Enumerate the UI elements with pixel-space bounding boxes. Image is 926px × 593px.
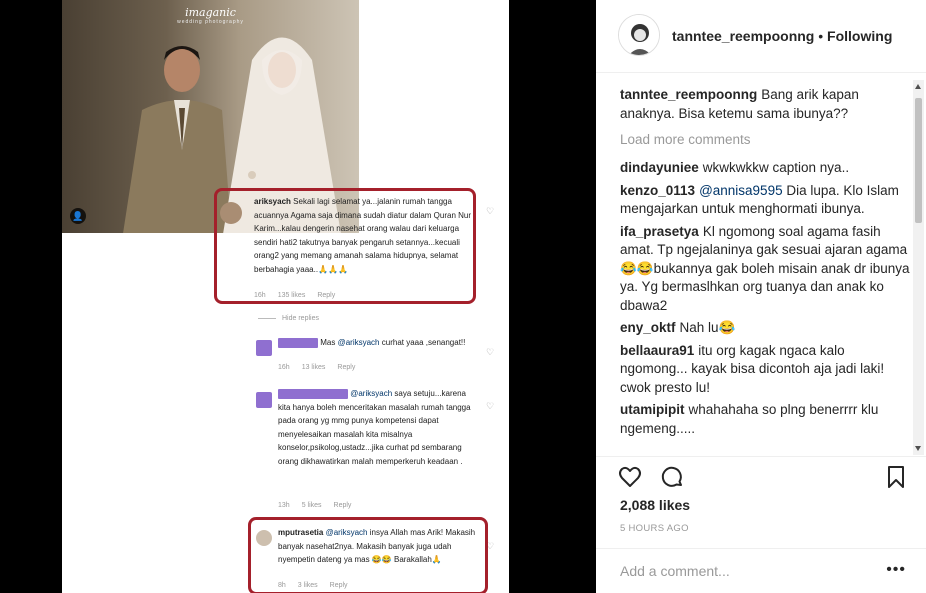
list-item: utamipipit whahahaha so plng benerrrr klu…: [620, 401, 910, 438]
image-comment-3: @ariksyach saya setuju...karena kita han…: [278, 388, 471, 466]
comment-mention[interactable]: @annisa9595: [699, 183, 783, 198]
comment-user[interactable]: kenzo_0113: [620, 183, 695, 198]
post-header: tanntee_reempoonng • Following: [596, 0, 926, 73]
avatar: [256, 340, 272, 356]
list-item: dindayuniee wkwkwkkw caption nya..: [620, 159, 910, 178]
highlight-box: [248, 517, 488, 593]
redacted-username: [278, 337, 318, 348]
list-item: bellaaura91 itu org kagak ngaca kalo ngom…: [620, 342, 910, 398]
image-comment-2: Mas @ariksyach curhat yaaa ,senangat!!: [278, 336, 468, 350]
post-media: imaganic wedding photography 👤 ariksyach…: [0, 0, 596, 593]
bookmark-icon[interactable]: [884, 465, 908, 489]
list-item: eny_oktf Nah lu😂: [620, 319, 910, 338]
comments-panel: tanntee_reempoonng • Following tanntee_r…: [596, 0, 926, 593]
scroll-down-icon[interactable]: [915, 446, 921, 451]
hide-replies: Hide replies: [258, 315, 319, 322]
list-item: tanntee_reempoonng Bang arik kapan anakny…: [620, 86, 910, 123]
comment-user[interactable]: eny_oktf: [620, 320, 676, 335]
scrollbar-thumb[interactable]: [915, 98, 922, 223]
watermark-subtitle: wedding photography: [177, 19, 244, 25]
action-bar: [596, 456, 926, 496]
comment-user[interactable]: ifa_prasetya: [620, 224, 699, 239]
comment-list: tanntee_reempoonng Bang arik kapan anakny…: [620, 86, 910, 456]
redacted-username: [278, 388, 348, 399]
heart-icon: ♡: [486, 401, 495, 411]
comment-meta: 16h 13 likes Reply: [278, 364, 356, 371]
separator: •: [818, 28, 824, 44]
avatar[interactable]: [618, 14, 660, 56]
comment-text: wkwkwkkw caption nya..: [702, 160, 850, 175]
comment-icon[interactable]: [660, 465, 684, 489]
comment-meta: 13h 5 likes Reply: [278, 502, 352, 509]
following-button[interactable]: Following: [827, 28, 892, 44]
user-tag-icon[interactable]: 👤: [70, 208, 86, 224]
heart-icon[interactable]: [618, 465, 642, 489]
comment-user[interactable]: utamipipit: [620, 402, 685, 417]
scroll-up-icon[interactable]: [915, 84, 921, 89]
comment-user[interactable]: tanntee_reempoonng: [620, 87, 757, 102]
heart-icon: ♡: [486, 347, 495, 357]
likes-count[interactable]: 2,088 likes: [620, 497, 690, 513]
comment-user[interactable]: bellaaura91: [620, 343, 694, 358]
load-more-comments[interactable]: Load more comments: [620, 131, 910, 149]
comment-text: Nah lu😂: [679, 320, 736, 335]
heart-icon: ♡: [486, 206, 495, 216]
list-item: kenzo_0113 @annisa9595 Dia lupa. Klo Isla…: [620, 182, 910, 219]
comment-user[interactable]: dindayuniee: [620, 160, 699, 175]
header-username[interactable]: tanntee_reempoonng: [672, 28, 814, 44]
add-comment-bar: •••: [596, 548, 926, 593]
scrollbar[interactable]: [913, 80, 924, 455]
comment-input[interactable]: [620, 563, 870, 579]
highlight-box: [214, 188, 476, 304]
avatar: [256, 392, 272, 408]
watermark-brand: imaganic: [185, 6, 236, 19]
post-image: imaganic wedding photography 👤 ariksyach…: [62, 0, 509, 593]
more-options-icon[interactable]: •••: [886, 561, 906, 579]
timestamp[interactable]: 5 HOURS AGO: [620, 523, 689, 534]
list-item: ifa_prasetya Kl ngomong soal agama fasih …: [620, 223, 910, 316]
